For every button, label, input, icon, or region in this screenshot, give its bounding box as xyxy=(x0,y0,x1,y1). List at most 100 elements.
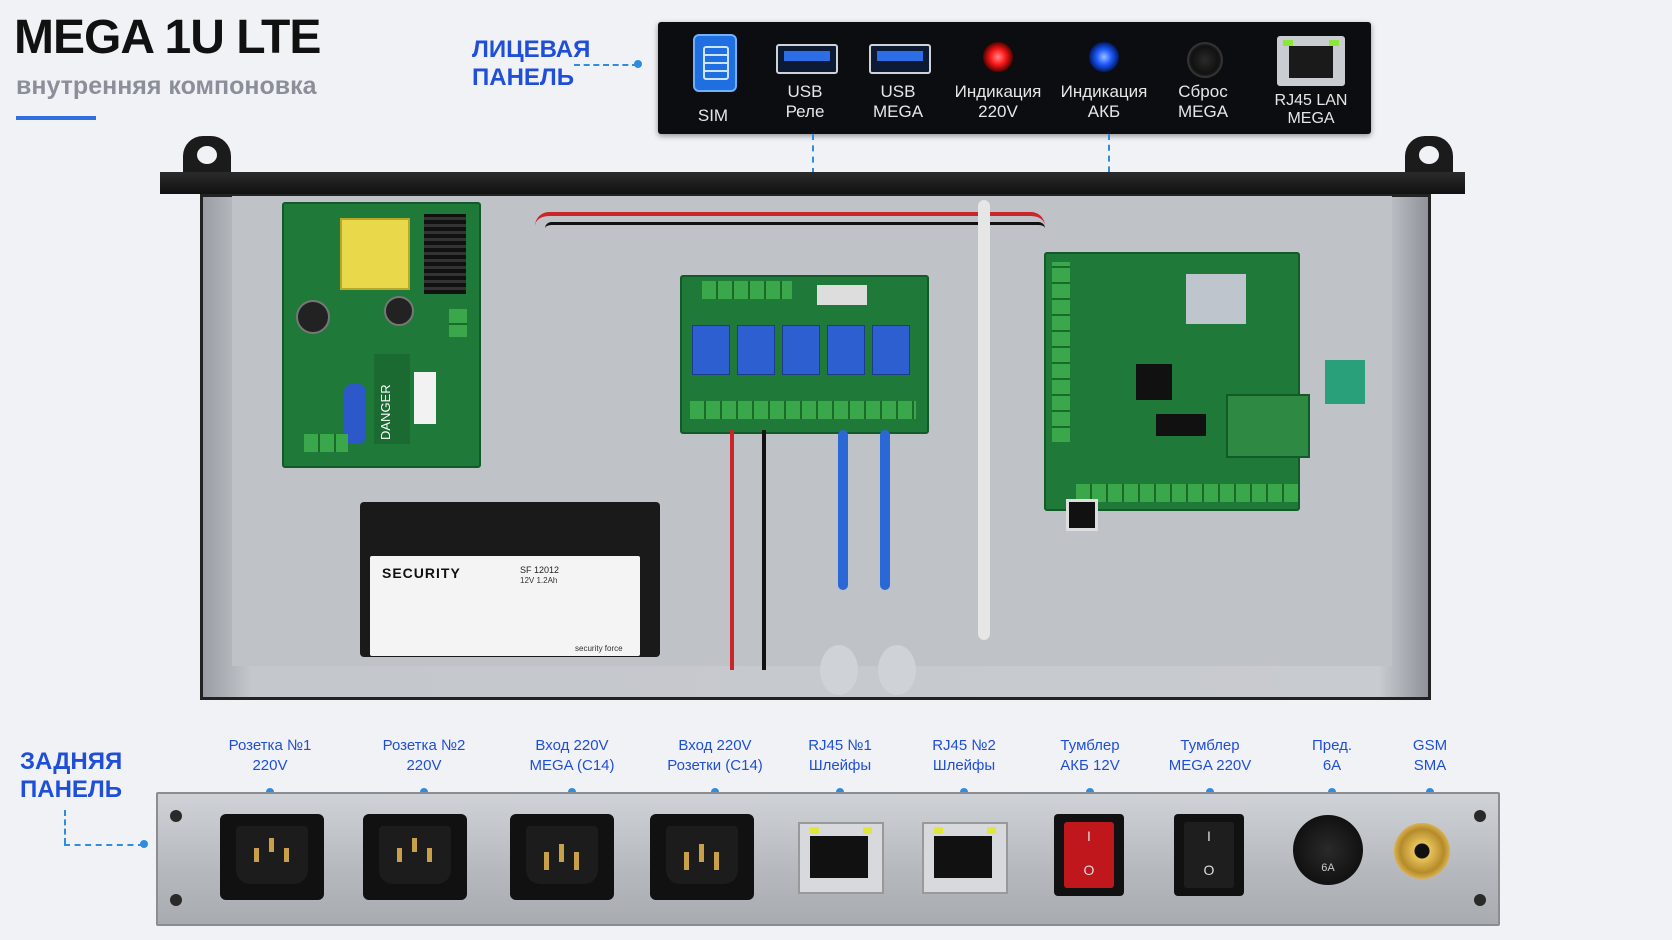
controller-board xyxy=(1044,252,1310,531)
fuse-holder-icon[interactable] xyxy=(1293,815,1363,885)
rear-label-gsm: GSM SMA xyxy=(1390,736,1470,776)
front-usb-relay-label-line1: USB xyxy=(787,82,823,101)
front-rj45-lan-label-line1: RJ45 LAN xyxy=(1274,92,1348,109)
mcu-chip xyxy=(1136,364,1172,400)
fuse-marking: 6A xyxy=(1321,862,1335,874)
front-usb-mega[interactable]: USB MEGA xyxy=(853,22,943,134)
rear-label-inlet-mega-line2: MEGA (C14) xyxy=(529,757,615,774)
relay-board xyxy=(680,275,929,434)
front-panel-label-line1: ЛИЦЕВАЯ xyxy=(472,36,591,63)
danger-zone: DANGER xyxy=(374,354,410,444)
relay-2 xyxy=(737,325,775,375)
rear-label-switch-mega-line1: Тумблер xyxy=(1180,737,1240,754)
battery-spec: 12V 1.2Ah xyxy=(520,576,558,585)
rear-panel-label-line2: ПАНЕЛЬ xyxy=(20,776,123,803)
front-indicator-220v-label-line2: 220V xyxy=(978,102,1018,121)
front-reset-mega-label-line1: Сброс xyxy=(1178,82,1228,101)
front-usb-relay-label: USB Реле xyxy=(760,82,850,122)
relay-header xyxy=(817,285,867,305)
front-usb-mega-label-line2: MEGA xyxy=(872,102,924,121)
rear-label-inlet-mega: Вход 220V MEGA (C14) xyxy=(512,736,632,776)
relay-4 xyxy=(827,325,865,375)
rear-label-rj45-2: RJ45 №2 Шлейфы xyxy=(914,736,1014,776)
front-usb-mega-label-line1: USB xyxy=(880,82,916,101)
front-sim-slot[interactable]: SIM xyxy=(668,22,758,134)
battery-model: SF 12012 xyxy=(520,565,560,575)
rear-label-rj45-2-line1: RJ45 №2 xyxy=(932,737,996,754)
rj45-port-icon[interactable] xyxy=(798,822,884,894)
black-rocker-switch-icon[interactable]: I O xyxy=(1174,814,1244,896)
switch-battery-off-mark: O xyxy=(1083,862,1095,878)
gsm-antenna-module xyxy=(1325,360,1365,404)
relay-terminal-bottom xyxy=(690,401,916,419)
rear-label-socket-1: Розетка №1 220V xyxy=(210,736,330,776)
rear-panel-leader-v xyxy=(64,810,66,844)
battery-brand: SECURITY xyxy=(382,565,461,581)
rj45-port-icon[interactable] xyxy=(922,822,1008,894)
page-title: MEGA 1U LTE xyxy=(14,11,321,64)
front-indicator-220v: Индикация 220V xyxy=(948,22,1048,134)
front-indicator-battery-label-line2: АКБ xyxy=(1087,102,1121,121)
header-connector xyxy=(1156,414,1206,436)
rj45-feedthrough-1 xyxy=(820,645,858,695)
rear-label-switch-battery-line2: АКБ 12V xyxy=(1060,757,1120,774)
front-usb-mega-label: USB MEGA xyxy=(853,82,943,122)
battery-footer: security force xyxy=(575,644,623,653)
title-underline xyxy=(16,116,96,120)
c13-socket-icon[interactable] xyxy=(220,814,324,900)
rear-panel-leader-dot xyxy=(140,840,148,848)
front-usb-relay-label-line2: Реле xyxy=(785,102,825,121)
rear-label-inlet-mega-line1: Вход 220V xyxy=(535,737,609,754)
rear-panel-label: ЗАДНЯЯ ПАНЕЛЬ xyxy=(20,748,122,804)
c13-socket-icon[interactable] xyxy=(363,814,467,900)
front-panel: SIM USB Реле USB MEGA Индикация 220V Инд… xyxy=(658,22,1371,134)
rear-panel-leader-h xyxy=(64,844,144,846)
terminal-block xyxy=(449,309,467,337)
front-indicator-battery: Индикация АКБ xyxy=(1054,22,1154,134)
front-indicator-220v-label-line1: Индикация xyxy=(954,82,1042,101)
relay-1 xyxy=(692,325,730,375)
front-indicator-battery-label: Индикация АКБ xyxy=(1054,82,1154,122)
front-reset-mega[interactable]: Сброс MEGA xyxy=(1158,22,1248,134)
front-panel-leader xyxy=(574,64,638,66)
relay-terminal-top xyxy=(702,281,792,299)
rear-label-gsm-line1: GSM xyxy=(1412,737,1448,754)
capacitor xyxy=(296,300,330,334)
rear-label-socket-2: Розетка №2 220V xyxy=(364,736,484,776)
switch-battery-on-mark: I xyxy=(1087,828,1091,844)
rear-label-switch-battery: Тумблер АКБ 12V xyxy=(1040,736,1140,776)
usb-port-icon xyxy=(776,44,838,74)
relay-5 xyxy=(872,325,910,375)
danger-text: DANGER xyxy=(378,384,393,440)
rear-label-socket-2-line2: 220V xyxy=(406,757,442,774)
usb-port-icon xyxy=(869,44,931,74)
rear-label-switch-battery-line1: Тумблер xyxy=(1060,737,1120,754)
front-rj45-lan[interactable]: RJ45 LAN MEGA xyxy=(1258,22,1364,134)
rear-label-rj45-1-line2: Шлейфы xyxy=(808,757,872,774)
front-reset-mega-label: Сброс MEGA xyxy=(1158,82,1248,122)
transformer xyxy=(340,218,410,290)
heatsink xyxy=(424,214,466,294)
c14-inlet-icon[interactable] xyxy=(510,814,614,900)
rear-label-switch-mega-line2: MEGA 220V xyxy=(1168,757,1252,774)
rear-label-fuse: Пред. 6А xyxy=(1292,736,1372,776)
c14-inlet-icon[interactable] xyxy=(650,814,754,900)
red-rocker-switch-icon[interactable]: I O xyxy=(1054,814,1124,896)
front-panel-leader-dot xyxy=(634,60,642,68)
sim-holder xyxy=(1186,274,1246,324)
rear-label-inlet-sockets-line2: Розетки (C14) xyxy=(667,757,763,774)
board-sticker xyxy=(414,372,436,424)
sim-card-icon xyxy=(693,34,737,92)
reset-button-icon[interactable] xyxy=(1187,42,1223,78)
front-sim-label: SIM xyxy=(697,106,729,125)
capacitor xyxy=(384,296,414,326)
front-usb-relay[interactable]: USB Реле xyxy=(760,22,850,134)
sma-connector-icon[interactable] xyxy=(1394,823,1450,879)
blue-led-icon xyxy=(1089,42,1119,72)
rj45-port-icon xyxy=(1277,36,1345,86)
switch-mega-on-mark: I xyxy=(1207,828,1211,844)
controller-terminal-bottom xyxy=(1076,484,1298,502)
relay-3 xyxy=(782,325,820,375)
rear-label-switch-mega: Тумблер MEGA 220V xyxy=(1160,736,1260,776)
terminal-block xyxy=(304,434,348,452)
